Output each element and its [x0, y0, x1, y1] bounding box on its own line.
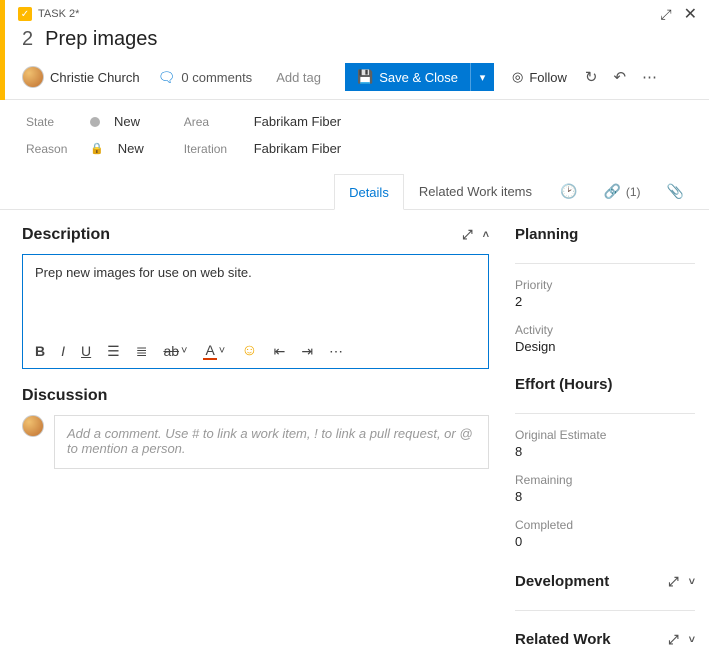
reason-label: Reason — [26, 142, 76, 156]
avatar — [22, 66, 44, 88]
refresh-icon[interactable]: ↻ — [585, 68, 598, 86]
orig-estimate-label: Original Estimate — [515, 428, 695, 442]
related-work-heading: Related Work — [515, 631, 611, 648]
tab-history[interactable]: 🕑 — [547, 174, 590, 209]
task-type-label: TASK 2* — [38, 8, 79, 20]
iteration-label: Iteration — [184, 142, 240, 156]
assignee-name: Christie Church — [50, 70, 140, 85]
save-dropdown-button[interactable]: ▾ — [470, 63, 494, 91]
more-actions-icon[interactable]: ⋯ — [642, 68, 657, 86]
priority-value[interactable]: 2 — [515, 294, 695, 309]
activity-label: Activity — [515, 323, 695, 337]
description-editor[interactable]: Prep new images for use on web site. B I… — [22, 254, 489, 369]
area-label: Area — [184, 115, 240, 129]
area-value[interactable]: Fabrikam Fiber — [254, 114, 341, 129]
undo-icon[interactable]: ↶ — [613, 68, 626, 86]
reason-value[interactable]: New — [118, 141, 144, 156]
bullet-list-button[interactable]: ☰ — [107, 343, 120, 360]
comment-icon: 🗨 — [158, 69, 176, 86]
bold-button[interactable]: B — [35, 343, 45, 359]
comments-count: 0 comments — [181, 70, 252, 85]
italic-button[interactable]: I — [61, 343, 65, 359]
tab-related-work-items[interactable]: Related Work items — [404, 174, 547, 209]
close-icon[interactable]: ✕ — [684, 4, 697, 24]
save-and-close-button[interactable]: 💾 Save & Close — [345, 63, 470, 91]
numbered-list-button[interactable]: ≣ — [136, 343, 148, 360]
font-color-button[interactable]: A˅ — [203, 342, 225, 360]
chevron-down-icon[interactable]: ˅ — [689, 576, 695, 588]
tab-attachments[interactable]: 📎 — [654, 174, 697, 209]
chevron-down-icon[interactable]: ˅ — [689, 634, 695, 646]
chevron-down-icon: ▾ — [480, 71, 486, 84]
iteration-value[interactable]: Fabrikam Fiber — [254, 141, 341, 156]
priority-label: Priority — [515, 278, 695, 292]
expand-icon[interactable]: ⤢ — [668, 574, 678, 590]
remaining-value[interactable]: 8 — [515, 489, 695, 504]
remaining-label: Remaining — [515, 473, 695, 487]
assignee[interactable]: Christie Church — [22, 66, 140, 88]
indent-increase-button[interactable]: ⇥ — [301, 343, 313, 360]
more-format-button[interactable]: ⋯ — [329, 343, 343, 360]
underline-button[interactable]: U — [81, 343, 91, 359]
rich-text-toolbar: B I U ☰ ≣ ab˅ A˅ ☺ ⇤ ⇥ ⋯ — [23, 334, 488, 368]
task-type-icon: ✓ — [18, 7, 32, 21]
chevron-up-icon[interactable]: ˄ — [483, 229, 489, 241]
completed-label: Completed — [515, 518, 695, 532]
attachment-icon: 📎 — [667, 183, 684, 200]
expand-icon[interactable]: ⤢ — [462, 227, 472, 243]
expand-icon[interactable]: ⤢ — [668, 632, 678, 648]
tab-links[interactable]: 🔗(1) — [590, 174, 653, 209]
description-text[interactable]: Prep new images for use on web site. — [23, 255, 488, 334]
planning-heading: Planning — [515, 226, 578, 243]
save-icon: 💾 — [357, 69, 373, 85]
work-item-id: 2 — [22, 28, 33, 51]
link-icon: 🔗 — [603, 183, 620, 200]
restore-icon[interactable]: ⤢ — [660, 6, 671, 23]
discussion-heading: Discussion — [22, 387, 107, 405]
state-value[interactable]: New — [114, 114, 140, 129]
work-item-title[interactable]: Prep images — [45, 28, 157, 51]
current-user-avatar — [22, 415, 44, 437]
activity-value[interactable]: Design — [515, 339, 695, 354]
follow-button[interactable]: ◎ Follow — [512, 69, 567, 85]
follow-icon: ◎ — [512, 69, 523, 85]
history-icon: 🕑 — [560, 183, 577, 200]
lock-icon: 🔒 — [90, 142, 104, 155]
comments-link[interactable]: 🗨 0 comments — [158, 69, 253, 86]
effort-heading: Effort (Hours) — [515, 376, 613, 393]
completed-value[interactable]: 0 — [515, 534, 695, 549]
state-dot-icon — [90, 117, 100, 127]
tab-details[interactable]: Details — [334, 174, 404, 210]
clear-format-button[interactable]: ab˅ — [163, 343, 187, 359]
discussion-input[interactable]: Add a comment. Use # to link a work item… — [54, 415, 489, 469]
emoji-button[interactable]: ☺ — [241, 342, 257, 360]
state-label: State — [26, 115, 76, 129]
development-heading: Development — [515, 573, 609, 590]
description-heading: Description — [22, 226, 110, 244]
add-tag-button[interactable]: Add tag — [270, 68, 327, 87]
orig-estimate-value[interactable]: 8 — [515, 444, 695, 459]
indent-decrease-button[interactable]: ⇤ — [274, 343, 286, 360]
